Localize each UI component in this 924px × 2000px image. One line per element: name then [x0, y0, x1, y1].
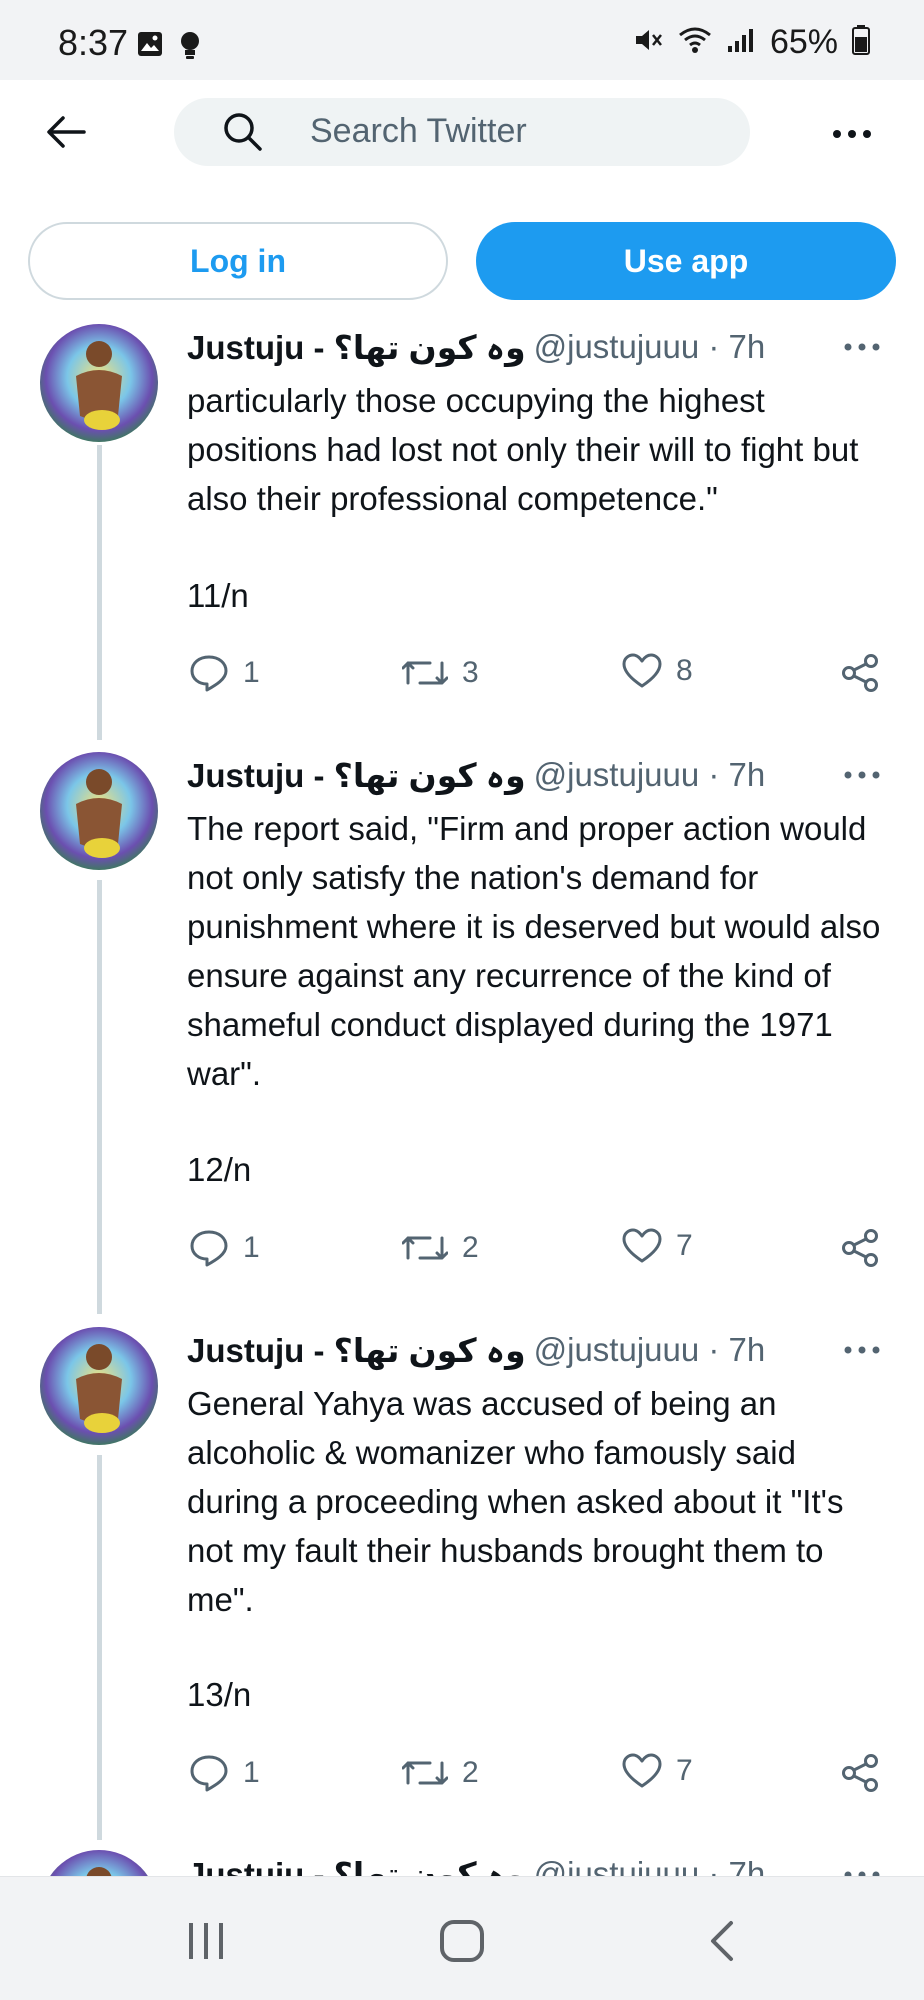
thread-line	[97, 1455, 102, 1840]
retweet-button[interactable]: 2	[402, 1228, 479, 1268]
signal-icon	[726, 26, 756, 59]
author-handle: @justujuuu · 7h	[533, 756, 766, 793]
retweet-icon	[402, 1761, 448, 1785]
wifi-icon	[678, 25, 712, 60]
more-dots-icon	[833, 130, 871, 138]
author-handle: @justujuuu · 7h	[533, 328, 766, 365]
like-button[interactable]: 7	[622, 1228, 693, 1264]
reply-count: 1	[243, 656, 260, 689]
tweet-header: Justuju - وہ کون تھا؟ @justujuuu · 7h	[187, 325, 765, 369]
status-right: 65%	[634, 22, 870, 62]
recent-apps-icon	[189, 1923, 223, 1959]
author-name[interactable]: Justuju - وہ کون تھا؟	[187, 756, 526, 795]
home-icon	[440, 1920, 484, 1962]
like-button[interactable]: 7	[622, 1753, 693, 1789]
reply-count: 1	[243, 1231, 260, 1264]
back-chevron-icon	[711, 1921, 733, 1961]
battery-level: 65%	[769, 22, 838, 61]
battery-icon	[852, 24, 870, 60]
reply-icon	[190, 655, 228, 692]
back-button[interactable]	[38, 104, 94, 160]
thread-line	[97, 445, 102, 740]
reply-icon	[190, 1230, 228, 1267]
mute-icon	[634, 26, 664, 59]
tweet-more-button[interactable]	[838, 332, 886, 362]
use-app-button[interactable]: Use app	[476, 222, 896, 300]
heart-icon	[622, 1228, 662, 1263]
thread-line	[97, 880, 102, 1314]
status-bar: 8:37 65%	[0, 0, 924, 80]
reply-count: 1	[243, 1756, 260, 1789]
recent-apps-button[interactable]	[176, 1913, 236, 1969]
tweet-text: The report said, "Firm and proper action…	[187, 810, 881, 1092]
retweet-count: 2	[462, 1756, 479, 1789]
search-input[interactable]: Search Twitter	[174, 98, 750, 166]
more-options-button[interactable]	[828, 110, 876, 158]
avatar[interactable]	[40, 324, 158, 442]
thread-count: 11/n	[187, 577, 249, 614]
tweet-header: Justuju - وہ کون تھا؟ @justujuuu · 7h	[187, 1328, 765, 1372]
like-count: 7	[676, 1229, 693, 1262]
thread-count: 12/n	[187, 1151, 252, 1188]
author-name[interactable]: Justuju - وہ کون تھا؟	[187, 1331, 526, 1370]
like-count: 8	[676, 654, 693, 687]
status-time: 8:37	[58, 22, 129, 63]
avatar[interactable]	[40, 1327, 158, 1445]
more-dots-icon	[844, 343, 880, 351]
share-icon	[842, 1754, 878, 1792]
author-name[interactable]: Justuju - وہ کون تھا؟	[187, 328, 526, 367]
share-icon	[842, 654, 878, 692]
retweet-button[interactable]: 3	[402, 653, 479, 693]
system-nav-bar	[0, 1876, 924, 2000]
heart-icon	[622, 653, 662, 688]
retweet-button[interactable]: 2	[402, 1753, 479, 1793]
bulb-icon	[178, 30, 202, 65]
reply-button[interactable]: 1	[189, 1228, 260, 1268]
share-button[interactable]	[840, 1228, 880, 1268]
share-button[interactable]	[840, 653, 880, 693]
retweet-count: 3	[462, 656, 479, 689]
reply-icon	[190, 1755, 228, 1792]
more-dots-icon	[844, 771, 880, 779]
reply-button[interactable]: 1	[189, 653, 260, 693]
login-button[interactable]: Log in	[28, 222, 448, 300]
like-count: 7	[676, 1754, 693, 1787]
retweet-icon	[402, 661, 448, 685]
back-arrow-icon	[47, 116, 86, 148]
share-icon	[842, 1229, 878, 1267]
search-icon	[222, 111, 264, 158]
thread-count: 13/n	[187, 1676, 252, 1713]
home-button[interactable]	[432, 1913, 492, 1969]
retweet-count: 2	[462, 1231, 479, 1264]
tweet-more-button[interactable]	[838, 1335, 886, 1365]
top-bar: Search Twitter	[0, 80, 924, 190]
tweet-text: particularly those occupying the highest…	[187, 382, 859, 517]
heart-icon	[622, 1753, 662, 1788]
tweet-header: Justuju - وہ کون تھا؟ @justujuuu · 7h	[187, 753, 765, 797]
avatar[interactable]	[40, 752, 158, 870]
reply-button[interactable]: 1	[189, 1753, 260, 1793]
search-placeholder: Search Twitter	[310, 112, 527, 150]
retweet-icon	[402, 1236, 448, 1260]
tweet-more-button[interactable]	[838, 760, 886, 790]
author-handle: @justujuuu · 7h	[533, 1331, 766, 1368]
gallery-icon	[136, 30, 164, 63]
more-dots-icon	[844, 1346, 880, 1354]
share-button[interactable]	[840, 1753, 880, 1793]
like-button[interactable]: 8	[622, 653, 693, 689]
tweet-text: General Yahya was accused of being an al…	[187, 1385, 844, 1618]
back-nav-button[interactable]	[692, 1913, 752, 1969]
